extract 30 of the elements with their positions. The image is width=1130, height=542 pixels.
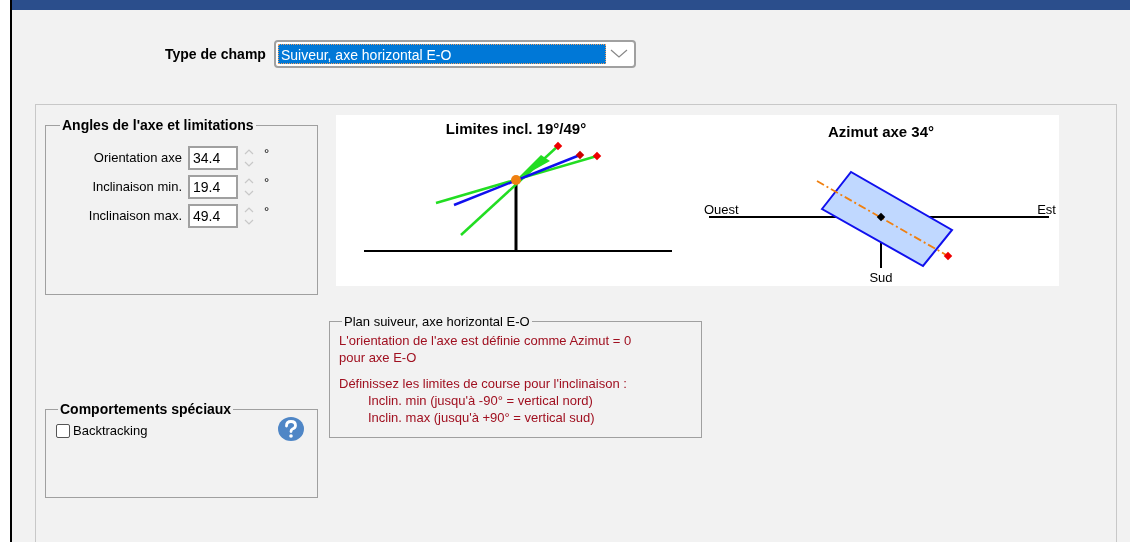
checkbox-label: Backtracking bbox=[73, 422, 148, 441]
unit-label: ° bbox=[264, 174, 270, 193]
number-field[interactable]: 49.4 bbox=[188, 204, 238, 228]
group-title: Comportements spéciaux bbox=[59, 400, 233, 419]
field-label: Inclinaison max. bbox=[87, 207, 183, 226]
spinner-icon[interactable] bbox=[243, 176, 255, 198]
help-icon[interactable] bbox=[277, 416, 305, 442]
compass-label: Sud bbox=[869, 270, 893, 285]
diagram-title: Limites incl. 19°/49° bbox=[445, 120, 587, 137]
group-title: Angles de l'axe et limitations bbox=[61, 116, 255, 135]
unit-label: ° bbox=[264, 145, 270, 164]
spinner-icon[interactable] bbox=[243, 205, 255, 227]
info-text: L'orientation de l'axe est définie comme Azimut = 0 pour axe E-O bbox=[339, 331, 633, 366]
unit-label: ° bbox=[264, 203, 270, 222]
chevron-down-icon bbox=[609, 49, 628, 59]
compass-label: Est bbox=[1037, 202, 1056, 217]
field-type-label: Type de champ bbox=[165, 44, 266, 64]
compass-label: Ouest bbox=[704, 202, 739, 217]
field-label: Inclinaison min. bbox=[91, 178, 183, 197]
number-field[interactable]: 34.4 bbox=[188, 146, 238, 170]
diagram-title: Azimut axe 34° bbox=[828, 123, 934, 140]
info-text: Définissez les limites de course pour l'inclinaison : bbox=[339, 374, 628, 392]
group-title: Plan suiveur, axe horizontal E-O bbox=[343, 313, 531, 331]
spinner-icon[interactable] bbox=[243, 147, 255, 169]
checkbox[interactable] bbox=[56, 424, 70, 438]
field-label: Orientation axe bbox=[92, 149, 183, 168]
number-field[interactable]: 19.4 bbox=[188, 175, 238, 199]
field-type-dropdown[interactable]: Suiveur, axe horizontal E-O bbox=[273, 40, 636, 68]
info-text: Inclin. max (jusqu'à +90° = vertical sud) bbox=[367, 408, 596, 426]
info-text: Inclin. min (jusqu'à -90° = vertical nord) bbox=[367, 391, 594, 409]
